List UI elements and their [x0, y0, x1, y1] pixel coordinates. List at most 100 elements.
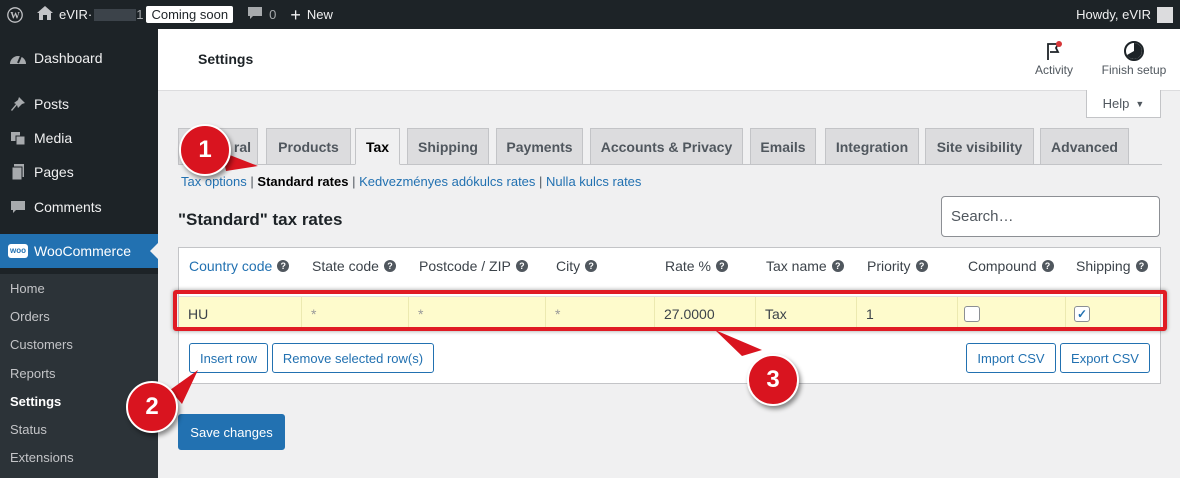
sidebar-label: Posts [34, 96, 70, 112]
help-tip-icon[interactable]: ? [715, 260, 728, 272]
svg-text:W: W [10, 10, 20, 21]
help-tip-icon[interactable]: ? [277, 260, 290, 272]
sidebar-label: WooCommerce [34, 243, 131, 259]
subnav-tax-options[interactable]: Tax options [181, 174, 247, 189]
finish-setup-label: Finish setup [1101, 63, 1167, 77]
tab-shipping[interactable]: Shipping [407, 128, 489, 165]
subnav-zero-rates[interactable]: Nulla kulcs rates [546, 174, 641, 189]
help-tip-icon[interactable]: ? [515, 260, 528, 272]
submenu-item-orders[interactable]: Orders [10, 309, 50, 324]
help-tip-icon[interactable]: ? [383, 260, 396, 272]
finish-setup-button[interactable]: Finish setup [1096, 39, 1172, 77]
export-csv-button[interactable]: Export CSV [1060, 343, 1150, 373]
column-header-priority[interactable]: Priority? [867, 258, 928, 274]
column-header-rate[interactable]: Rate %? [665, 258, 728, 274]
activity-label: Activity [1034, 63, 1073, 77]
tab-tax[interactable]: Tax [355, 128, 400, 165]
tab-accounts-privacy[interactable]: Accounts & Privacy [590, 128, 743, 165]
sidebar-item-pages[interactable]: Pages [0, 155, 158, 189]
submenu-item-settings[interactable]: Settings [10, 394, 61, 409]
tab-emails[interactable]: Emails [750, 128, 816, 165]
column-header-city[interactable]: City? [556, 258, 598, 274]
tab-advanced[interactable]: Advanced [1040, 128, 1129, 165]
submenu-item-status[interactable]: Status [10, 422, 47, 437]
avatar [1157, 6, 1173, 23]
page-title: Settings [198, 51, 254, 67]
wordpress-logo-icon[interactable]: W [0, 0, 30, 29]
woocommerce-icon: woo [8, 241, 28, 261]
home-icon [37, 6, 53, 23]
insert-row-button[interactable]: Insert row [189, 343, 268, 373]
callout-badge-3: 3 [747, 354, 799, 406]
subnav-standard-rates[interactable]: Standard rates [257, 174, 348, 189]
remove-rows-button[interactable]: Remove selected row(s) [272, 343, 434, 373]
site-name-link[interactable]: eVIR· 1 Coming soon [30, 0, 240, 29]
help-tip-icon[interactable]: ? [585, 260, 598, 272]
howdy-text: Howdy, eVIR [1076, 7, 1151, 22]
redacted-text [94, 8, 137, 21]
help-label: Help [1102, 96, 1130, 111]
pages-icon [8, 162, 28, 182]
column-header-compound[interactable]: Compound? [968, 258, 1054, 274]
sidebar-item-posts[interactable]: Posts [0, 87, 158, 121]
new-label: New [306, 7, 333, 22]
sidebar-item-media[interactable]: Media [0, 121, 158, 155]
column-header-shipping[interactable]: Shipping? [1076, 258, 1148, 274]
tax-subnav: Tax options | Standard rates | Kedvezmén… [181, 174, 641, 189]
help-tip-icon[interactable]: ? [831, 260, 844, 272]
admin-bar: W eVIR· 1 Coming soon 0 + New Howdy, eVI… [0, 0, 1180, 29]
submenu-item-home[interactable]: Home [10, 281, 45, 296]
save-changes-button[interactable]: Save changes [178, 414, 285, 450]
sidebar-label: Comments [34, 199, 102, 215]
column-header-state-code[interactable]: State code? [312, 258, 396, 274]
sidebar-item-comments[interactable]: Comments [0, 190, 158, 224]
column-header-country-code[interactable]: Country code? [189, 258, 290, 274]
help-tip-icon[interactable]: ? [1041, 260, 1054, 272]
subnav-separator: | [352, 174, 356, 189]
sidebar-item-dashboard[interactable]: Dashboard [0, 41, 158, 75]
subnav-reduced-rates[interactable]: Kedvezményes adókulcs rates [359, 174, 535, 189]
page-header: Settings Activity Finish setup [158, 29, 1180, 91]
site-name-suffix: 1 [136, 7, 144, 22]
comments-link[interactable]: 0 [240, 0, 283, 29]
current-menu-arrow [150, 243, 158, 259]
sidebar-label: Media [34, 130, 73, 146]
dashboard-icon [8, 48, 28, 68]
help-tip-icon[interactable]: ? [915, 260, 928, 272]
sidebar-label: Dashboard [34, 50, 103, 66]
settings-tabs: ral Products Tax Shipping Payments Accou… [178, 128, 1162, 165]
sidebar-label: Pages [34, 164, 74, 180]
comments-count: 0 [269, 7, 277, 22]
pin-icon [8, 94, 28, 114]
sidebar-item-woocommerce[interactable]: woo WooCommerce [0, 234, 158, 268]
help-tab-button[interactable]: Help ▼ [1086, 90, 1161, 118]
tab-integration[interactable]: Integration [825, 128, 919, 165]
activity-button[interactable]: Activity [1033, 39, 1075, 77]
tab-site-visibility[interactable]: Site visibility [925, 128, 1034, 165]
plus-icon: + [290, 4, 301, 25]
tab-products[interactable]: Products [266, 128, 351, 165]
flag-icon [1033, 39, 1075, 63]
subnav-separator: | [539, 174, 543, 189]
submenu-item-extensions[interactable]: Extensions [10, 450, 74, 465]
callout-badge-1: 1 [179, 124, 231, 176]
submenu-item-reports[interactable]: Reports [10, 366, 56, 381]
woocommerce-submenu: Home Orders Customers Reports Settings S… [0, 274, 158, 478]
row-highlight-box [173, 290, 1167, 331]
callout-badge-2: 2 [126, 381, 178, 433]
tab-payments[interactable]: Payments [496, 128, 583, 165]
coming-soon-badge[interactable]: Coming soon [146, 6, 234, 23]
callout-pointers [170, 152, 762, 404]
account-menu[interactable]: Howdy, eVIR [1076, 0, 1173, 29]
column-header-tax-name[interactable]: Tax name? [766, 258, 844, 274]
new-content-link[interactable]: + New [283, 0, 340, 29]
section-title: "Standard" tax rates [178, 210, 343, 229]
column-header-postcode[interactable]: Postcode / ZIP? [419, 258, 528, 274]
caret-down-icon: ▼ [1135, 98, 1145, 109]
import-csv-button[interactable]: Import CSV [966, 343, 1056, 373]
search-input[interactable] [941, 196, 1160, 237]
help-tip-icon[interactable]: ? [1135, 260, 1148, 272]
submenu-item-customers[interactable]: Customers [10, 337, 73, 352]
media-icon [8, 128, 28, 148]
progress-circle-icon [1096, 39, 1172, 63]
